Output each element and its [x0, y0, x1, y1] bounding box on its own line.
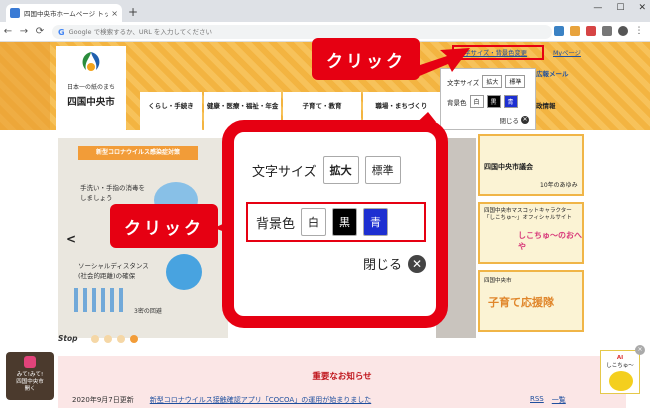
- carousel-stop-button[interactable]: Stop: [58, 334, 78, 343]
- display-settings-popup: 文字サイズ 拡大 標準 背景色 白 黒 青 閉じる ✕: [440, 68, 536, 130]
- bg-white-button[interactable]: 白: [469, 95, 484, 108]
- mitemite-open: 開く: [24, 386, 36, 393]
- zoom-bg-black-button[interactable]: 黒: [332, 208, 358, 236]
- city-emblem-icon: [82, 52, 100, 71]
- important-notice: 重要なお知らせ 2020年9月7日更新 新型コロナウイルス接触確認アプリ「COC…: [58, 356, 626, 408]
- right-nav: 広報メール 政情報: [536, 42, 650, 130]
- zoom-close-button[interactable]: 閉じる ✕: [363, 254, 426, 273]
- zoom-bg-white-button[interactable]: 白: [301, 208, 327, 236]
- close-circle-icon: ✕: [521, 116, 529, 124]
- callout-click-top: クリック: [312, 38, 420, 80]
- notice-date: 2020年9月7日更新: [72, 396, 134, 404]
- mascot-face-icon: [609, 371, 633, 391]
- rss-link[interactable]: RSS: [530, 395, 544, 405]
- zoom-bg-blue-button[interactable]: 青: [363, 208, 389, 236]
- slide-text-3c: 3密の回避: [134, 308, 162, 315]
- site-favicon-icon: [10, 8, 20, 18]
- zoom-enlarge-button[interactable]: 拡大: [322, 156, 359, 184]
- slide-text-distance: ソーシャルディスタンス (社会的距離)の確保: [78, 262, 149, 280]
- address-input[interactable]: [68, 28, 509, 36]
- card-council[interactable]: 四国中央市議会 10年のあゆみ: [478, 134, 584, 196]
- maximize-button[interactable]: ☐: [616, 3, 624, 13]
- card-mascot[interactable]: 四国中央市マスコットキャラクター「しこちゅ～」オフィシャルサイト しこちゅ～のお…: [478, 202, 584, 264]
- zoom-bg-label: 背景色: [256, 216, 296, 232]
- card-childcare[interactable]: 四国中央市 子育て応援隊: [478, 270, 584, 332]
- notice-title: 重要なお知らせ: [312, 372, 372, 382]
- omnibox[interactable]: G: [52, 25, 552, 39]
- carousel-dot-active[interactable]: [129, 334, 138, 343]
- carousel-dot[interactable]: [90, 334, 99, 343]
- reload-icon[interactable]: ⟳: [32, 26, 48, 37]
- zoomed-popup-view: 文字サイズ 拡大 標準 背景色 白 黒 青 閉じる ✕: [222, 120, 448, 328]
- admin-info-link[interactable]: 政情報: [536, 100, 556, 110]
- distance-illustration: [166, 254, 202, 290]
- header-decoration: [0, 42, 50, 130]
- mitemite-widget[interactable]: みて!みて! 四国中央市 開く: [6, 352, 54, 400]
- puzzle-icon[interactable]: [602, 26, 612, 36]
- zoom-close-circle-icon: ✕: [408, 254, 426, 273]
- ai-name: しこちゅ～: [606, 363, 634, 369]
- browser-tab-bar: 四国中央市ホームページ トップページ × + — ☐ ✕: [0, 0, 650, 22]
- popup-close-button[interactable]: 閉じる ✕: [499, 115, 529, 125]
- zoom-standard-button[interactable]: 標準: [364, 156, 401, 184]
- notice-list-link[interactable]: 一覧: [552, 395, 566, 405]
- close-label: 閉じる: [499, 117, 520, 125]
- extension-icon[interactable]: [586, 26, 596, 36]
- google-icon: G: [58, 27, 65, 37]
- forward-arrow-icon[interactable]: →: [16, 26, 32, 37]
- logo-city-name: 四国中央市: [67, 97, 115, 108]
- card-council-title: 四国中央市議会: [484, 163, 533, 171]
- card-mascot-title: 四国中央市マスコットキャラクター「しこちゅ～」オフィシャルサイト: [484, 208, 572, 221]
- carousel-dot[interactable]: [116, 334, 125, 343]
- mail-magazine-link[interactable]: 広報メール: [536, 68, 569, 78]
- new-tab-button[interactable]: +: [128, 5, 138, 19]
- carousel-controls: Stop: [58, 334, 138, 343]
- logo-tagline: 日本一の紙のまち: [66, 84, 115, 91]
- camera-icon: [24, 356, 36, 368]
- window-close-button[interactable]: ✕: [638, 3, 646, 13]
- card-childcare-title: 四国中央市: [484, 278, 512, 284]
- ai-close-icon[interactable]: ×: [635, 345, 645, 355]
- card-council-sub: 10年のあゆみ: [540, 182, 578, 189]
- tab-title: 四国中央市ホームページ トップページ: [24, 10, 109, 18]
- slide-text-handwash: 手洗い・手指の消毒を しましょう: [80, 184, 145, 202]
- minimize-button[interactable]: —: [593, 3, 602, 13]
- bg-color-label: 背景色: [447, 98, 467, 107]
- carousel-dot[interactable]: [103, 334, 112, 343]
- profile-icon[interactable]: [618, 26, 628, 36]
- site-logo[interactable]: 日本一の紙のまち 四国中央市: [56, 46, 126, 130]
- enlarge-button[interactable]: 拡大: [482, 75, 503, 88]
- zoom-bg-row-highlight: 背景色 白 黒 青: [246, 202, 426, 242]
- zoom-text-size-label: 文字サイズ: [252, 164, 317, 180]
- back-arrow-icon[interactable]: ←: [0, 26, 16, 37]
- standard-size-button[interactable]: 標準: [505, 75, 526, 88]
- callout-click-mid: クリック: [110, 204, 218, 248]
- browser-tab[interactable]: 四国中央市ホームページ トップページ ×: [6, 4, 122, 22]
- slide-prev-icon[interactable]: <: [66, 232, 76, 246]
- nav-item-living[interactable]: くらし・手続き: [140, 92, 202, 130]
- card-mascot-sub: しこちゅ～のおへや: [518, 231, 582, 251]
- tab-close-icon[interactable]: ×: [111, 9, 118, 18]
- extension-icon[interactable]: [570, 26, 580, 36]
- extension-icon[interactable]: [554, 26, 564, 36]
- ai-chat-widget[interactable]: AI しこちゅ～ ×: [600, 345, 645, 394]
- people-illustration: [74, 288, 128, 312]
- bg-blue-button[interactable]: 青: [503, 95, 518, 108]
- card-childcare-sub: 子育て応援隊: [488, 296, 554, 309]
- slide-badge: 新型コロナウイルス感染症対策: [78, 146, 198, 160]
- text-size-label: 文字サイズ: [447, 78, 480, 87]
- kebab-menu-icon[interactable]: ⋮: [634, 26, 644, 36]
- highlight-box: [452, 45, 544, 60]
- zoom-close-label: 閉じる: [362, 258, 402, 273]
- bg-black-button[interactable]: 黒: [486, 95, 501, 108]
- notice-headline-link[interactable]: 新型コロナウイルス接触確認アプリ「COCOA」の運用が始まりました: [150, 395, 371, 405]
